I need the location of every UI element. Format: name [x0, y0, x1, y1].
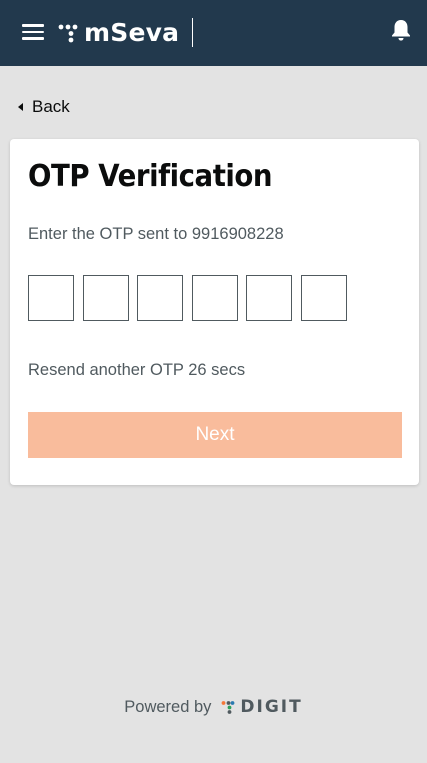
resend-otp-timer: Resend another OTP 26 secs	[28, 361, 246, 379]
bell-icon[interactable]	[390, 18, 412, 42]
digit-logo-mark-icon	[222, 701, 235, 714]
next-button[interactable]: Next	[28, 412, 402, 458]
logo-divider	[192, 18, 193, 47]
otp-digit-2-input[interactable]	[82, 275, 129, 321]
app-name: mSeva	[84, 18, 180, 47]
back-link[interactable]: Back	[16, 95, 70, 119]
app-header: mSeva	[0, 0, 427, 66]
otp-digit-4-input[interactable]	[191, 275, 238, 321]
otp-digit-3-input[interactable]	[137, 275, 183, 321]
digit-brand: DIGIT	[240, 697, 303, 717]
page-title: OTP Verification	[28, 159, 273, 194]
back-label: Back	[32, 97, 70, 116]
chevron-left-icon	[18, 103, 23, 111]
otp-digit-1-input[interactable]	[28, 275, 74, 321]
powered-by-footer: Powered by DIGIT	[0, 694, 427, 720]
hamburger-menu-icon[interactable]	[22, 24, 44, 40]
mseva-logo-mark-icon	[58, 24, 78, 43]
otp-input-group	[28, 275, 355, 321]
otp-digit-6-input[interactable]	[300, 275, 347, 321]
otp-verification-card: OTP Verification Enter the OTP sent to 9…	[10, 139, 419, 485]
powered-by-label: Powered by	[124, 697, 212, 716]
otp-sent-message: Enter the OTP sent to 9916908228	[28, 225, 284, 243]
app-logo: mSeva	[58, 18, 179, 48]
otp-digit-5-input[interactable]	[246, 275, 292, 321]
